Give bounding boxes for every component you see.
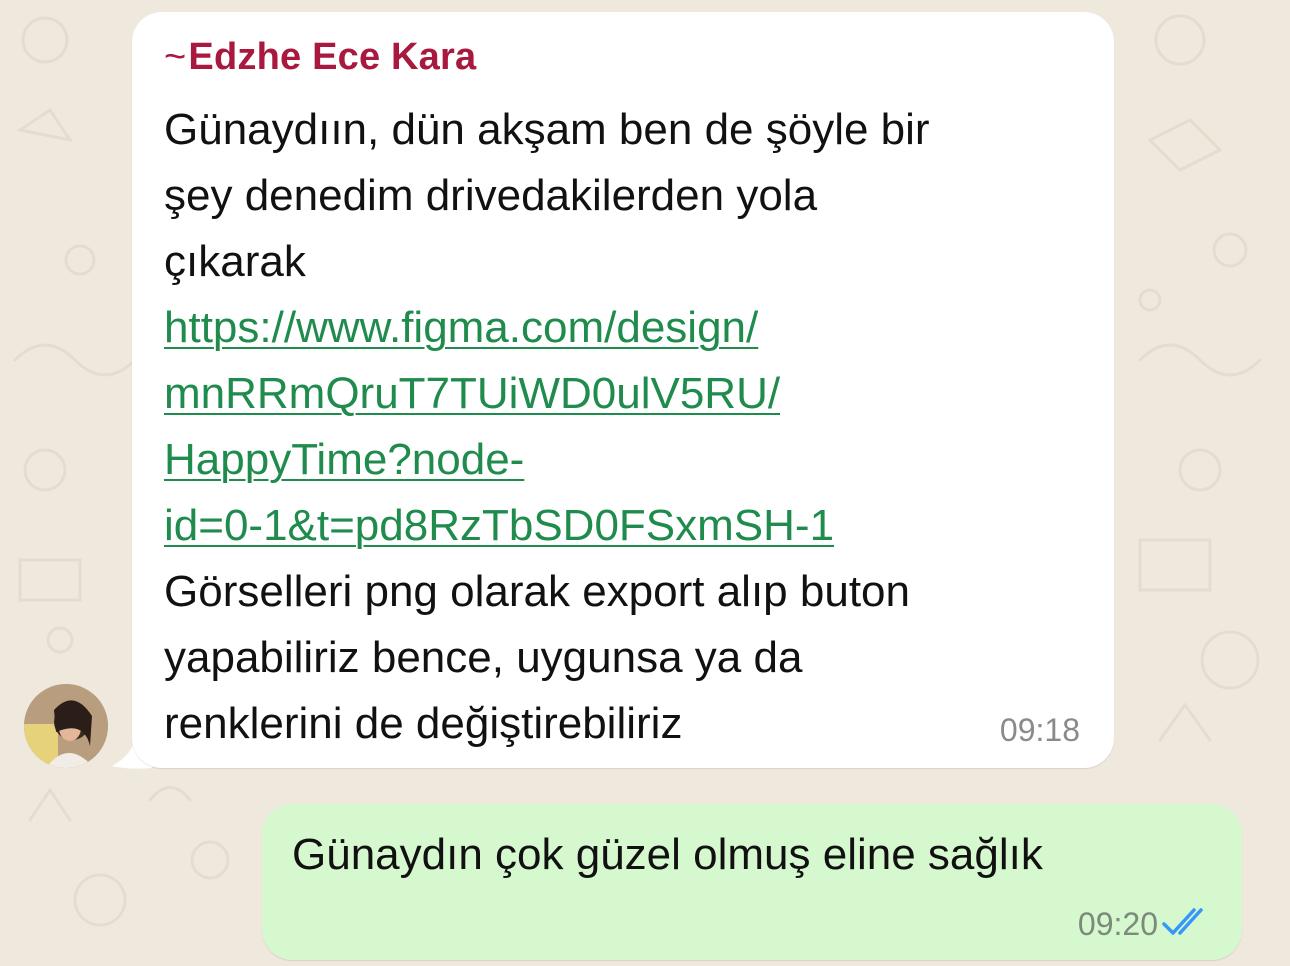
figma-link-line[interactable]: HappyTime?node- bbox=[164, 427, 1064, 493]
incoming-timestamp: 09:18 bbox=[999, 712, 1080, 748]
double-check-read-icon bbox=[1162, 908, 1203, 935]
message-line: şey denedim drivedakilerden yola bbox=[164, 171, 818, 220]
outgoing-message-text: Günaydın çok güzel olmuş eline sağlık bbox=[292, 830, 1043, 879]
figma-link-line[interactable]: id=0-1&t=pd8RzTbSD0FSxmSH-1 bbox=[164, 493, 1064, 559]
incoming-message-bubble[interactable]: ~Edzhe Ece Kara Günaydıın, dün akşam ben… bbox=[132, 12, 1114, 768]
message-line: yapabiliriz bence, uygunsa ya da bbox=[164, 633, 803, 682]
message-line: Görselleri png olarak export alıp buton bbox=[164, 567, 910, 616]
message-line: çıkarak bbox=[164, 237, 306, 286]
outgoing-timestamp: 09:20 bbox=[1077, 906, 1158, 942]
incoming-message-text: Günaydıın, dün akşam ben de şöyle bir şe… bbox=[164, 97, 1064, 757]
sender-prefix: ~ bbox=[164, 36, 187, 78]
figma-link-line[interactable]: https://www.figma.com/design/ bbox=[164, 295, 1064, 361]
user-photo-icon bbox=[24, 684, 108, 768]
sender-name[interactable]: ~Edzhe Ece Kara bbox=[164, 36, 476, 79]
sender-avatar[interactable] bbox=[24, 684, 108, 768]
message-line: Günaydıın, dün akşam ben de şöyle bir bbox=[164, 105, 930, 154]
sender-name-text: Edzhe Ece Kara bbox=[188, 36, 477, 78]
message-line: renklerini de değiştirebiliriz bbox=[164, 699, 683, 748]
figma-link-line[interactable]: mnRRmQruT7TUiWD0ulV5RU/ bbox=[164, 361, 1064, 427]
outgoing-message-bubble[interactable]: Günaydın çok güzel olmuş eline sağlık 09… bbox=[262, 804, 1242, 960]
